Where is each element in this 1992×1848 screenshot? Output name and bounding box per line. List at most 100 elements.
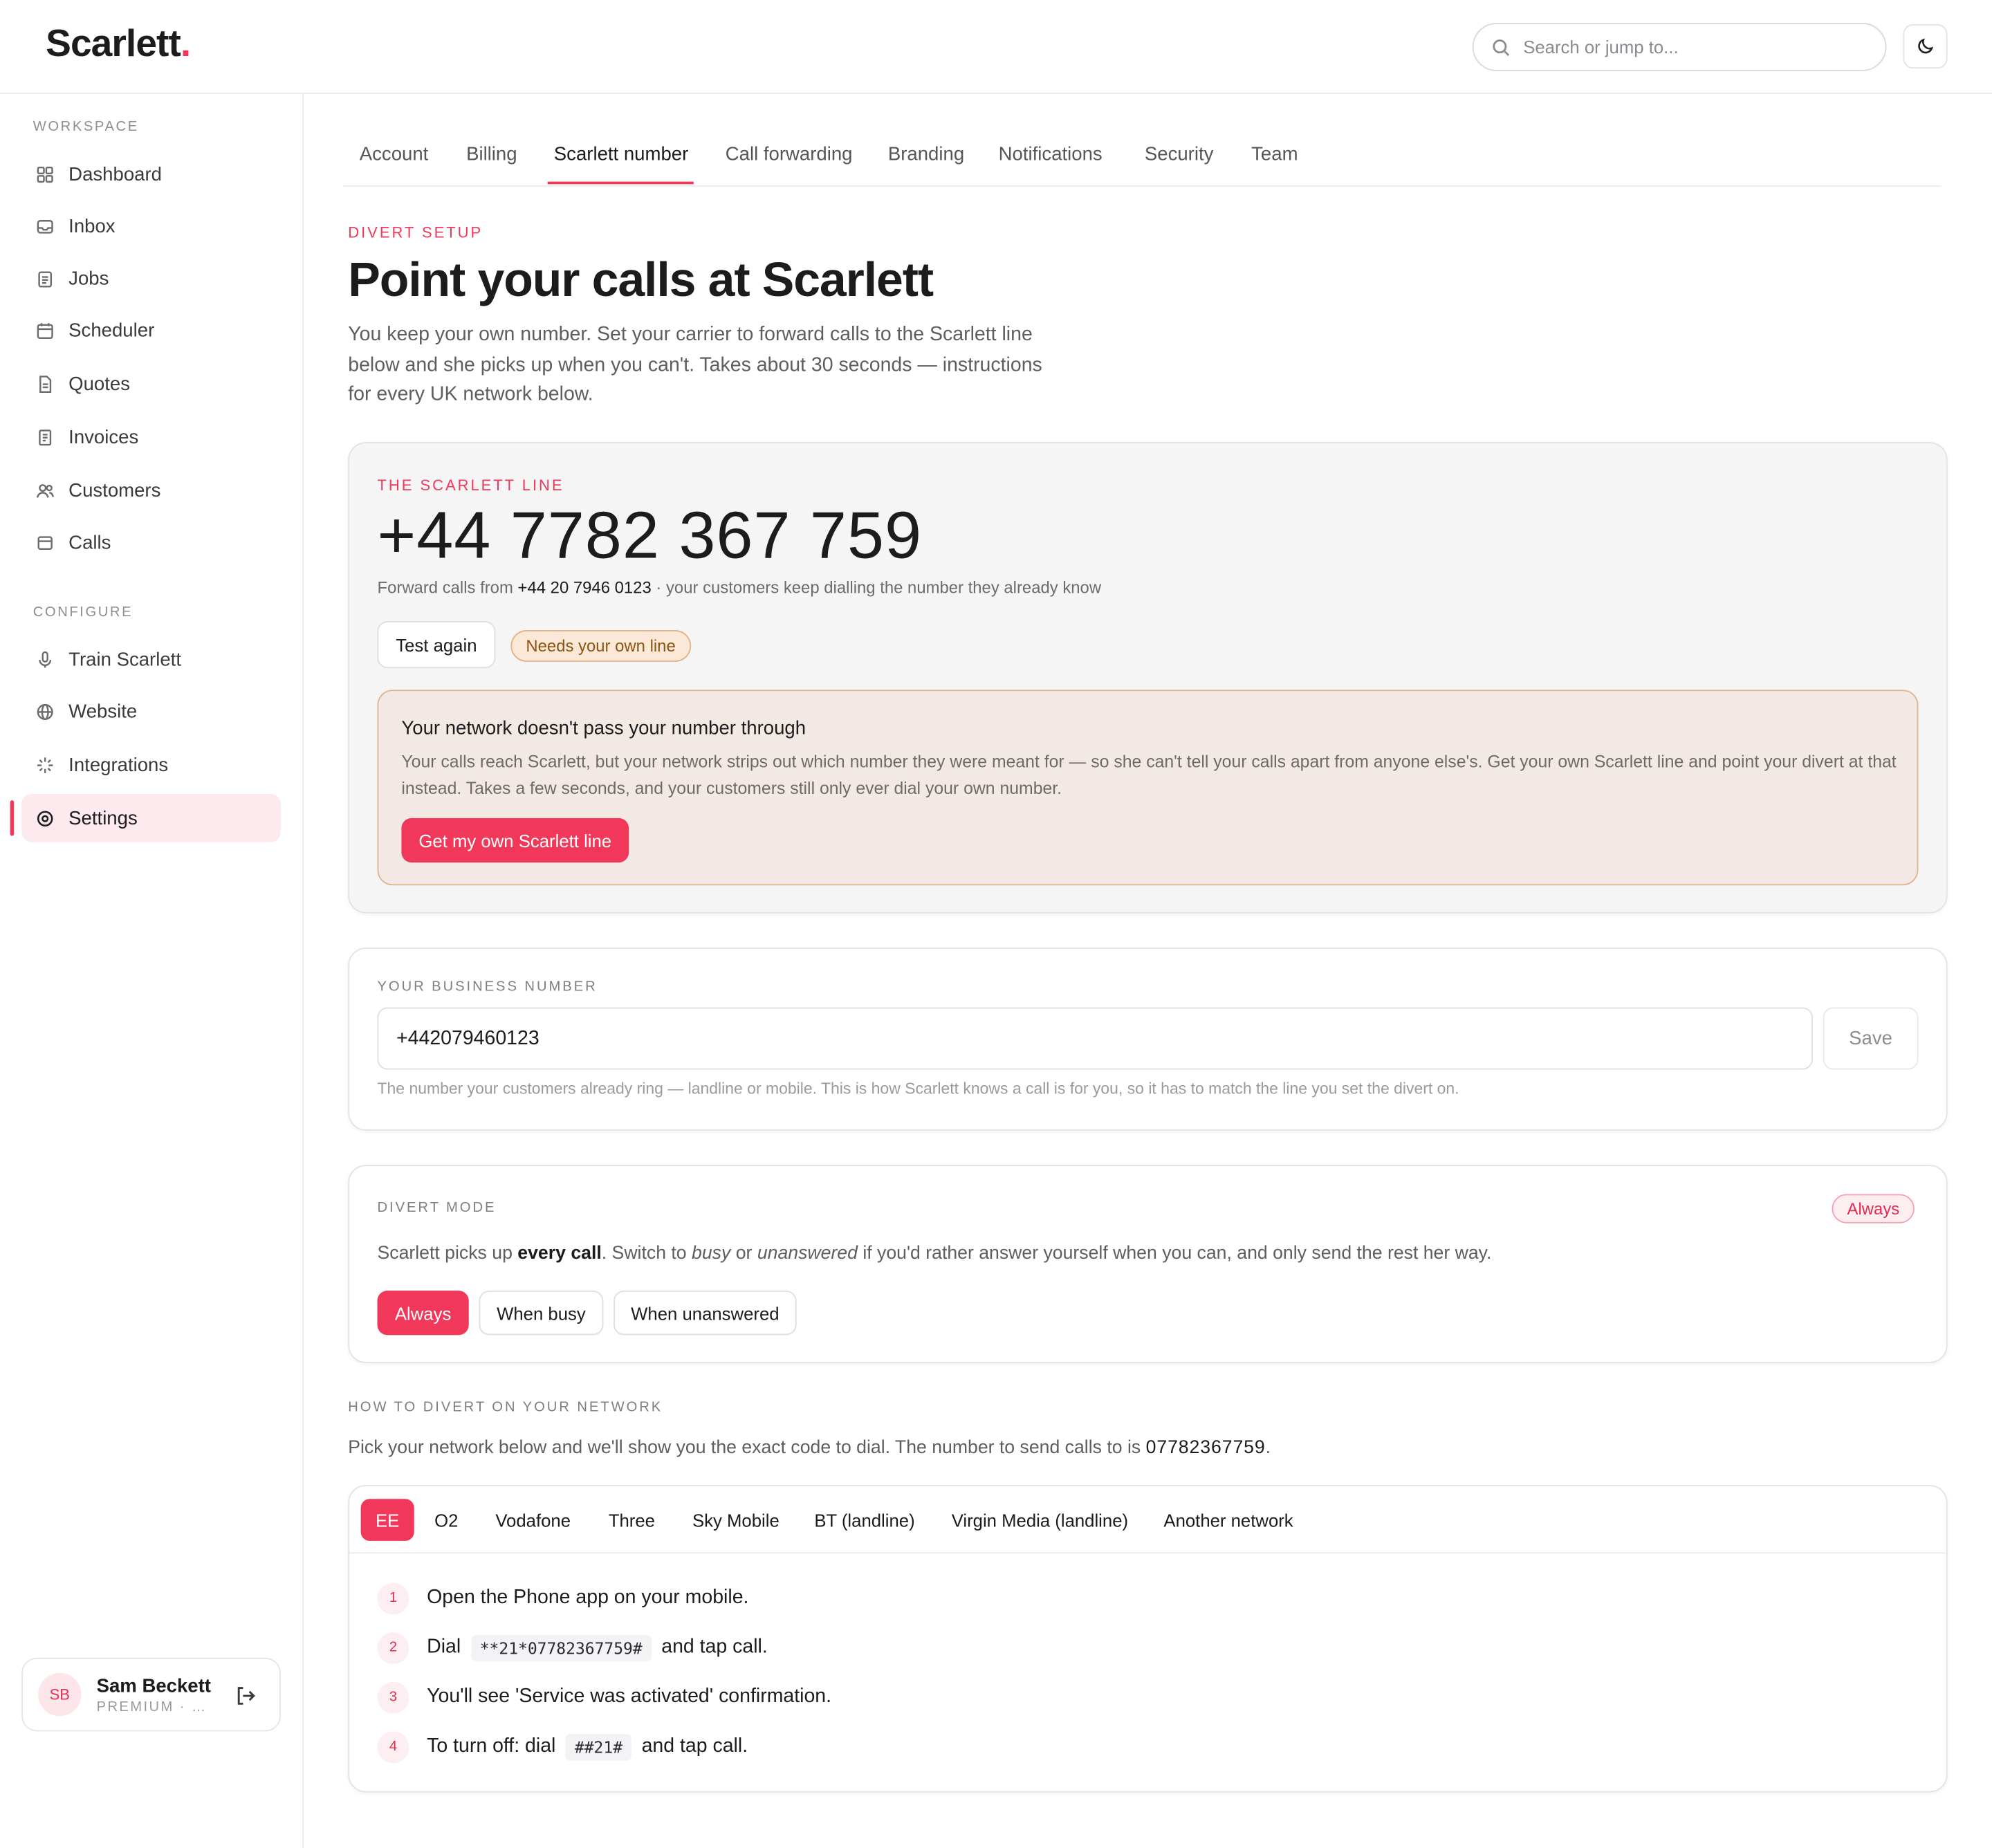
receipt-icon: [39, 429, 52, 445]
tab-billing[interactable]: Billing: [466, 144, 517, 165]
network-tab-bt[interactable]: BT (landline): [814, 1499, 914, 1541]
save-button[interactable]: Save: [1823, 1007, 1919, 1070]
sidebar-item-label: Inbox: [68, 215, 116, 237]
users-icon: [36, 483, 54, 497]
sidebar-item-label: Train Scarlett: [68, 648, 181, 670]
forward-from-text: Forward calls from +44 20 7946 0123 · yo…: [377, 578, 1101, 598]
mode-when-busy-button[interactable]: When busy: [479, 1291, 604, 1336]
desc-emphasis: unanswered: [757, 1244, 858, 1264]
user-plan: PREMIUM · S...: [96, 1699, 214, 1715]
sidebar-item-label: Dashboard: [68, 163, 162, 185]
logo[interactable]: Scarlett.: [46, 23, 191, 66]
theme-toggle-button[interactable]: [1903, 24, 1948, 69]
tab-account[interactable]: Account: [360, 144, 429, 165]
mode-when-unanswered-button[interactable]: When unanswered: [614, 1291, 797, 1336]
step-text: Open the Phone app on your mobile.: [427, 1587, 749, 1609]
section-eyebrow: DIVERT SETUP: [348, 223, 483, 241]
search-box[interactable]: [1472, 23, 1887, 71]
howto-desc-text: Pick your network below and we'll show y…: [348, 1438, 1141, 1459]
globe-icon: [37, 703, 53, 720]
forward-from-number: +44 20 7946 0123: [517, 578, 652, 598]
avatar: SB: [38, 1672, 82, 1717]
step-text: To turn off: dial ##21# and tap call.: [427, 1733, 748, 1760]
status-badge: Needs your own line: [510, 630, 691, 662]
desc-emphasis: busy: [692, 1244, 731, 1264]
network-tab-o2[interactable]: O2: [434, 1499, 458, 1541]
sidebar-item-label: Jobs: [68, 267, 109, 289]
network-tab-sky-mobile[interactable]: Sky Mobile: [692, 1499, 780, 1541]
sidebar-item-settings[interactable]: Settings: [21, 793, 281, 842]
sidebar-item-label: Calls: [68, 531, 111, 553]
search-icon: [1493, 39, 1510, 56]
business-number-eyebrow: YOUR BUSINESS NUMBER: [377, 979, 598, 995]
sidebar-item-calls[interactable]: Calls: [21, 518, 281, 566]
active-tab-underline: [547, 181, 694, 185]
network-tabs-divider: [349, 1552, 1946, 1554]
sidebar-item-quotes[interactable]: Quotes: [21, 360, 281, 408]
business-number-input[interactable]: [377, 1007, 1813, 1070]
dial-code[interactable]: ##21#: [566, 1733, 631, 1760]
sidebar-item-dashboard[interactable]: Dashboard: [21, 150, 281, 198]
sidebar-item-label: Scheduler: [68, 319, 155, 342]
tab-branding[interactable]: Branding: [888, 144, 964, 165]
desc-part: if you'd rather answer yourself when you…: [863, 1244, 1492, 1264]
get-own-line-button[interactable]: Get my own Scarlett line: [401, 817, 629, 863]
step-number: 1: [377, 1582, 409, 1614]
logout-icon[interactable]: [234, 1684, 257, 1707]
tab-call-forwarding[interactable]: Call forwarding: [726, 144, 853, 165]
divert-mode-description: Scarlett picks up every call. Switch to …: [377, 1244, 1491, 1264]
step-number: 2: [377, 1632, 409, 1664]
network-tab-another[interactable]: Another network: [1163, 1499, 1293, 1541]
tab-security[interactable]: Security: [1145, 144, 1214, 165]
sidebar-item-jobs[interactable]: Jobs: [21, 254, 281, 302]
sidebar-item-inbox[interactable]: Inbox: [21, 202, 281, 250]
sidebar-item-label: Quotes: [68, 373, 131, 395]
instruction-step: 1 Open the Phone app on your mobile.: [377, 1582, 748, 1615]
warning-callout: Your network doesn't pass your number th…: [377, 690, 1919, 886]
document-icon: [39, 375, 52, 393]
network-tab-three[interactable]: Three: [609, 1499, 655, 1541]
sidebar-item-train-scarlett[interactable]: Train Scarlett: [21, 635, 281, 683]
sidebar-item-label: Integrations: [68, 754, 169, 776]
step-pre: To turn off: dial: [427, 1735, 556, 1757]
divert-mode-badge: Always: [1832, 1194, 1915, 1223]
step-pre: Dial: [427, 1636, 461, 1658]
user-meta: Sam Beckett PREMIUM · S...: [97, 1675, 224, 1715]
warning-body: Your calls reach Scarlett, but your netw…: [401, 752, 1897, 798]
sidebar-item-website[interactable]: Website: [21, 687, 281, 736]
sidebar-item-scheduler[interactable]: Scheduler: [21, 306, 281, 355]
search-input[interactable]: [1523, 37, 1854, 57]
mode-always-button[interactable]: Always: [377, 1291, 469, 1336]
network-tab-vodafone[interactable]: Vodafone: [495, 1499, 571, 1541]
step-post: and tap call.: [661, 1636, 768, 1658]
dial-code[interactable]: **21*07782367759#: [470, 1634, 652, 1661]
howto-description: Pick your network below and we'll show y…: [348, 1438, 1271, 1458]
instruction-step: 4 To turn off: dial ##21# and tap call.: [377, 1730, 748, 1764]
sidebar-item-customers[interactable]: Customers: [21, 466, 281, 515]
step-text: You'll see 'Service was activated' confi…: [427, 1685, 832, 1708]
settings-page: Scarlett. WORKSPACE Dashboard Inbox Jobs…: [0, 0, 1992, 1848]
top-bar: Scarlett.: [0, 0, 1992, 94]
tab-notifications[interactable]: Notifications: [999, 144, 1103, 165]
user-card[interactable]: SB Sam Beckett PREMIUM · S...: [21, 1657, 281, 1732]
grid-icon: [37, 166, 53, 183]
network-tab-ee[interactable]: EE: [360, 1499, 414, 1541]
desc-part: or: [735, 1244, 753, 1264]
tab-team[interactable]: Team: [1251, 144, 1298, 165]
user-name: Sam Beckett: [96, 1674, 211, 1697]
step-text: Dial **21*07782367759# and tap call.: [427, 1634, 768, 1661]
forward-suffix: · your customers keep dialling the numbe…: [656, 578, 1102, 598]
inbox-icon: [37, 219, 53, 233]
sidebar-item-label: Website: [68, 700, 138, 723]
divert-mode-eyebrow: DIVERT MODE: [377, 1200, 497, 1216]
sidebar-item-invoices[interactable]: Invoices: [21, 413, 281, 461]
sidebar-item-label: Customers: [68, 479, 161, 501]
tab-scarlett-number[interactable]: Scarlett number: [554, 144, 688, 165]
step-number: 3: [377, 1681, 409, 1713]
sidebar-item-integrations[interactable]: Integrations: [21, 741, 281, 789]
configure-section-label: CONFIGURE: [33, 604, 133, 620]
test-again-button[interactable]: Test again: [377, 621, 496, 669]
network-tab-virgin-media[interactable]: Virgin Media (landline): [952, 1499, 1128, 1541]
settings-icon: [37, 810, 53, 826]
step-post: and tap call.: [641, 1735, 748, 1757]
